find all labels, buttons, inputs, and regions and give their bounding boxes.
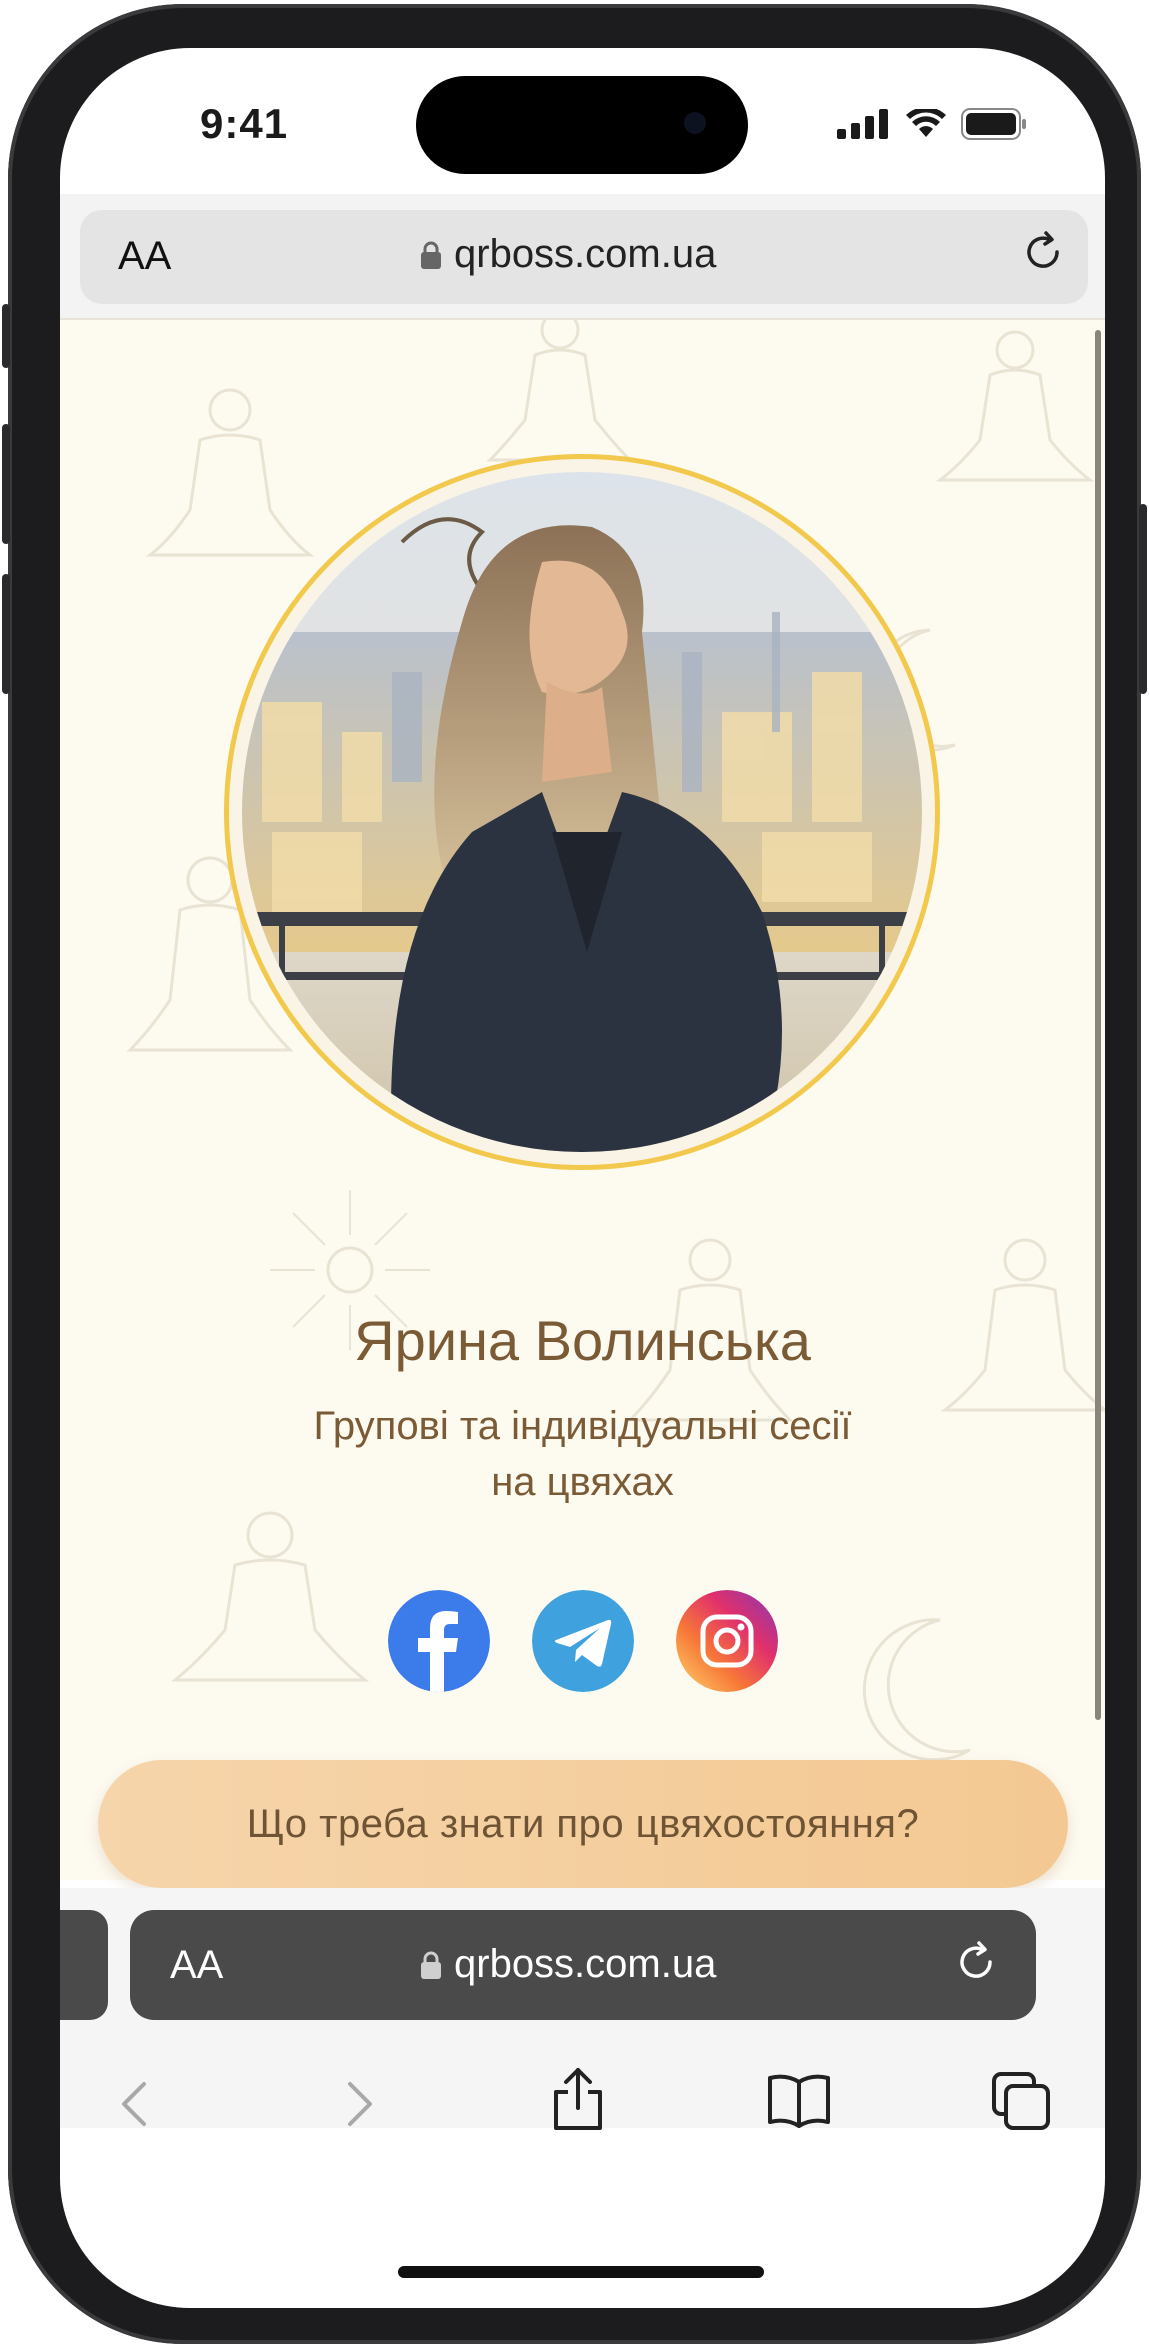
text-size-label: AA xyxy=(170,1943,224,1987)
tabs-icon[interactable] xyxy=(990,2070,1052,2132)
bookmarks-icon[interactable] xyxy=(766,2072,832,2128)
mute-switch xyxy=(2,304,10,368)
url-text: qrboss.com.ua xyxy=(454,232,717,276)
status-icons xyxy=(837,108,1027,140)
forward-icon[interactable] xyxy=(330,2076,386,2132)
power-button xyxy=(1139,504,1147,694)
telegram-icon[interactable] xyxy=(532,1590,634,1692)
cellular-signal-icon xyxy=(837,109,888,139)
text-size-label: AA xyxy=(118,234,172,278)
moon-icon xyxy=(862,1618,971,1762)
screen: 9:41 AA qrboss.com.ua Ярина Волинська Гр… xyxy=(60,48,1105,2308)
volume-up-button xyxy=(2,424,10,544)
subtitle-line-2: на цвяхах xyxy=(491,1460,674,1504)
status-time: 9:41 xyxy=(200,100,289,147)
meditation-figure-icon xyxy=(145,388,315,557)
instagram-icon[interactable] xyxy=(676,1590,778,1692)
page-scrollbar[interactable] xyxy=(1095,330,1101,1720)
faq-button[interactable]: Що треба знати про цвяхостояння? xyxy=(98,1760,1068,1888)
url-display-bottom[interactable]: qrboss.com.ua xyxy=(420,1942,716,1987)
back-icon[interactable] xyxy=(108,2076,164,2132)
meditation-figure-icon xyxy=(935,330,1095,482)
profile-name: Ярина Волинська xyxy=(354,1309,811,1372)
phone-frame: 9:41 AA qrboss.com.ua Ярина Волинська Гр… xyxy=(2,4,1147,2344)
volume-down-button xyxy=(2,574,10,694)
profile-photo xyxy=(242,472,922,1152)
avatar xyxy=(242,472,922,1152)
wifi-icon xyxy=(906,109,946,137)
profile-subtitle: Групові та індивідуальні сесії на цвяхах xyxy=(240,1398,925,1510)
reload-icon[interactable] xyxy=(952,1938,1000,1986)
dynamic-island xyxy=(416,76,748,174)
share-icon[interactable] xyxy=(548,2066,608,2132)
text-size-button-bottom[interactable]: AA xyxy=(170,1943,223,1988)
url-text: qrboss.com.ua xyxy=(454,1942,717,1986)
previous-tab-preview[interactable] xyxy=(60,1910,108,2020)
lock-icon xyxy=(421,1951,441,1979)
lock-icon xyxy=(421,241,441,269)
home-indicator[interactable] xyxy=(398,2266,764,2278)
facebook-icon[interactable] xyxy=(388,1590,490,1692)
camera-icon xyxy=(684,112,706,134)
text-size-button-top[interactable]: AA xyxy=(118,234,171,279)
meditation-figure-icon xyxy=(170,1511,370,1682)
url-display-top[interactable]: qrboss.com.ua xyxy=(420,232,716,277)
subtitle-line-1: Групові та індивідуальні сесії xyxy=(313,1404,852,1448)
battery-icon xyxy=(961,108,1026,140)
reload-icon[interactable] xyxy=(1019,228,1067,276)
